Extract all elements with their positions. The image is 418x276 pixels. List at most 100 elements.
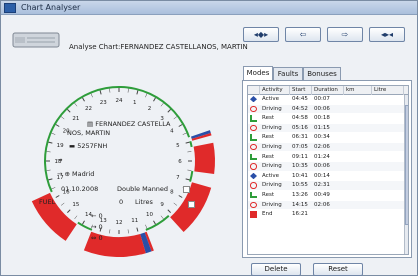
table-row[interactable]: End 16:21 — [248, 210, 408, 218]
header-duration[interactable]: Duration — [312, 86, 344, 95]
dial-arrow-18: → — [57, 170, 63, 178]
table-scrollbar[interactable] — [404, 95, 408, 254]
activity-cell: Driving — [262, 105, 282, 112]
start-cell: 10:35 — [292, 163, 308, 170]
tab-faults[interactable]: Faults — [273, 67, 303, 80]
dial-tick — [145, 224, 148, 229]
activity-cell: End — [262, 211, 273, 218]
table-row[interactable]: Rest 06:31 00:34 — [248, 133, 408, 141]
duration-cell: 00:49 — [314, 192, 330, 198]
hour-label: 8 — [170, 190, 174, 196]
fuel-value: 0 — [119, 198, 124, 206]
driver-name-1: FERNANDEZ CASTELLA — [95, 120, 171, 128]
dial-tick — [136, 227, 139, 232]
dial-tick — [74, 215, 78, 220]
table-row[interactable]: Driving 14:15 02:06 — [248, 200, 408, 209]
rest-icon — [250, 153, 257, 160]
activity-cell: Rest — [262, 192, 274, 198]
dial-driver-name-line2: NOS, MARTIN — [67, 129, 111, 137]
tab-bonuses[interactable]: Bonuses — [303, 67, 341, 80]
table-row[interactable]: Active 04:45 00:07 — [248, 95, 408, 103]
header-start[interactable]: Start — [290, 86, 312, 95]
activity-cell: Rest — [262, 134, 274, 141]
hour-label: 12 — [116, 220, 123, 226]
modes-panel: Activity Start Duration km Litre Active 0… — [242, 80, 412, 258]
header-activity[interactable]: Activity — [260, 86, 290, 95]
dial-tick — [74, 102, 78, 107]
start-cell: 10:55 — [292, 182, 308, 189]
dial-tick — [145, 93, 148, 98]
start-cell: 14:15 — [292, 201, 308, 208]
table-row[interactable]: Rest 04:58 00:18 — [248, 114, 408, 122]
start-cell: 10:41 — [292, 172, 308, 179]
table-row[interactable]: Driving 05:16 01:15 — [248, 123, 408, 133]
rest-icon — [250, 192, 257, 199]
table-row[interactable]: Rest 13:26 00:49 — [248, 191, 408, 199]
previous-chart-button[interactable]: ⇦ — [285, 27, 321, 42]
dial-tick — [185, 141, 190, 144]
start-cell: 05:16 — [292, 124, 308, 131]
dial-tick — [82, 97, 85, 102]
dial-tick — [127, 88, 129, 93]
rest-segment — [189, 170, 194, 182]
fuel-checkbox[interactable] — [188, 201, 195, 208]
truck-icon: ▬ — [69, 142, 78, 150]
table-row[interactable]: Driving 07:05 02:06 — [248, 143, 408, 152]
dial-crew-mode: Double Manned — [117, 185, 169, 193]
delete-button[interactable]: Delete — [251, 263, 301, 276]
dial-tick — [48, 178, 53, 181]
activity-cell: Rest — [262, 153, 274, 160]
start-cell: 07:05 — [292, 144, 308, 150]
scrollbar-thumb[interactable] — [405, 105, 408, 225]
drive-icon — [250, 201, 257, 208]
next-chart-button[interactable]: ⇨ — [327, 27, 363, 42]
header-km[interactable]: km — [344, 86, 372, 95]
rest-icon — [250, 115, 257, 122]
dial-driver-name-line1: ▤ FERNANDEZ CASTELLA — [87, 120, 170, 128]
dial-tick — [51, 132, 56, 135]
hour-label: 6 — [178, 159, 182, 165]
duration-cell: 01:24 — [314, 153, 330, 160]
activity-table[interactable]: Activity Start Duration km Litre Active 0… — [247, 85, 409, 255]
duration-cell: 02:31 — [314, 182, 330, 189]
table-header: Activity Start Duration km Litre — [248, 86, 408, 95]
start-cell: 06:31 — [292, 134, 308, 141]
activity-cell: Driving — [262, 182, 282, 189]
crew-mode-checkbox[interactable] — [183, 186, 190, 193]
drive-icon — [250, 144, 257, 151]
rest-icon — [250, 134, 257, 141]
drive-icon — [250, 163, 257, 170]
window-title: Chart Analyser — [21, 3, 81, 12]
table-row[interactable]: Rest 09:11 01:24 — [248, 153, 408, 161]
dial-tick — [90, 93, 93, 98]
dial-tick — [187, 151, 192, 153]
table-row[interactable]: Driving 10:35 00:06 — [248, 162, 408, 171]
duration-cell: 00:06 — [314, 163, 330, 170]
driver-card-icon: ▤ — [87, 120, 96, 128]
dial-tick — [46, 169, 51, 171]
table-row[interactable]: Driving 10:55 02:31 — [248, 181, 408, 190]
header-litre[interactable]: Litre — [372, 86, 404, 95]
last-chart-button[interactable]: ◂▸◂ — [369, 27, 405, 42]
first-chart-button[interactable]: ◂◆▸ — [243, 27, 279, 42]
dial-tick — [82, 220, 85, 225]
hour-label: 2 — [148, 106, 152, 112]
table-row[interactable]: Driving 04:52 00:06 — [248, 104, 408, 113]
hour-label: 9 — [160, 202, 164, 208]
end-icon — [250, 211, 257, 218]
duration-cell: 01:15 — [314, 124, 330, 131]
hour-label: 7 — [176, 175, 180, 181]
activity-cell: Active — [262, 172, 280, 179]
tab-modes[interactable]: Modes — [243, 66, 273, 80]
activity-cell: Driving — [262, 201, 282, 208]
dial-tick — [55, 195, 60, 198]
duration-cell: 02:06 — [314, 201, 330, 208]
table-row[interactable]: Active 10:41 00:14 — [248, 172, 408, 180]
driving-segment — [193, 142, 215, 175]
reset-button[interactable]: Reset — [313, 263, 363, 276]
duration-cell: 02:06 — [314, 144, 330, 150]
hour-label: 24 — [116, 98, 123, 104]
dial-graphic: 24 1234567891011121314151617181920212223 — [31, 85, 215, 257]
duration-cell: 00:06 — [314, 105, 330, 112]
dial-tick — [153, 220, 156, 225]
